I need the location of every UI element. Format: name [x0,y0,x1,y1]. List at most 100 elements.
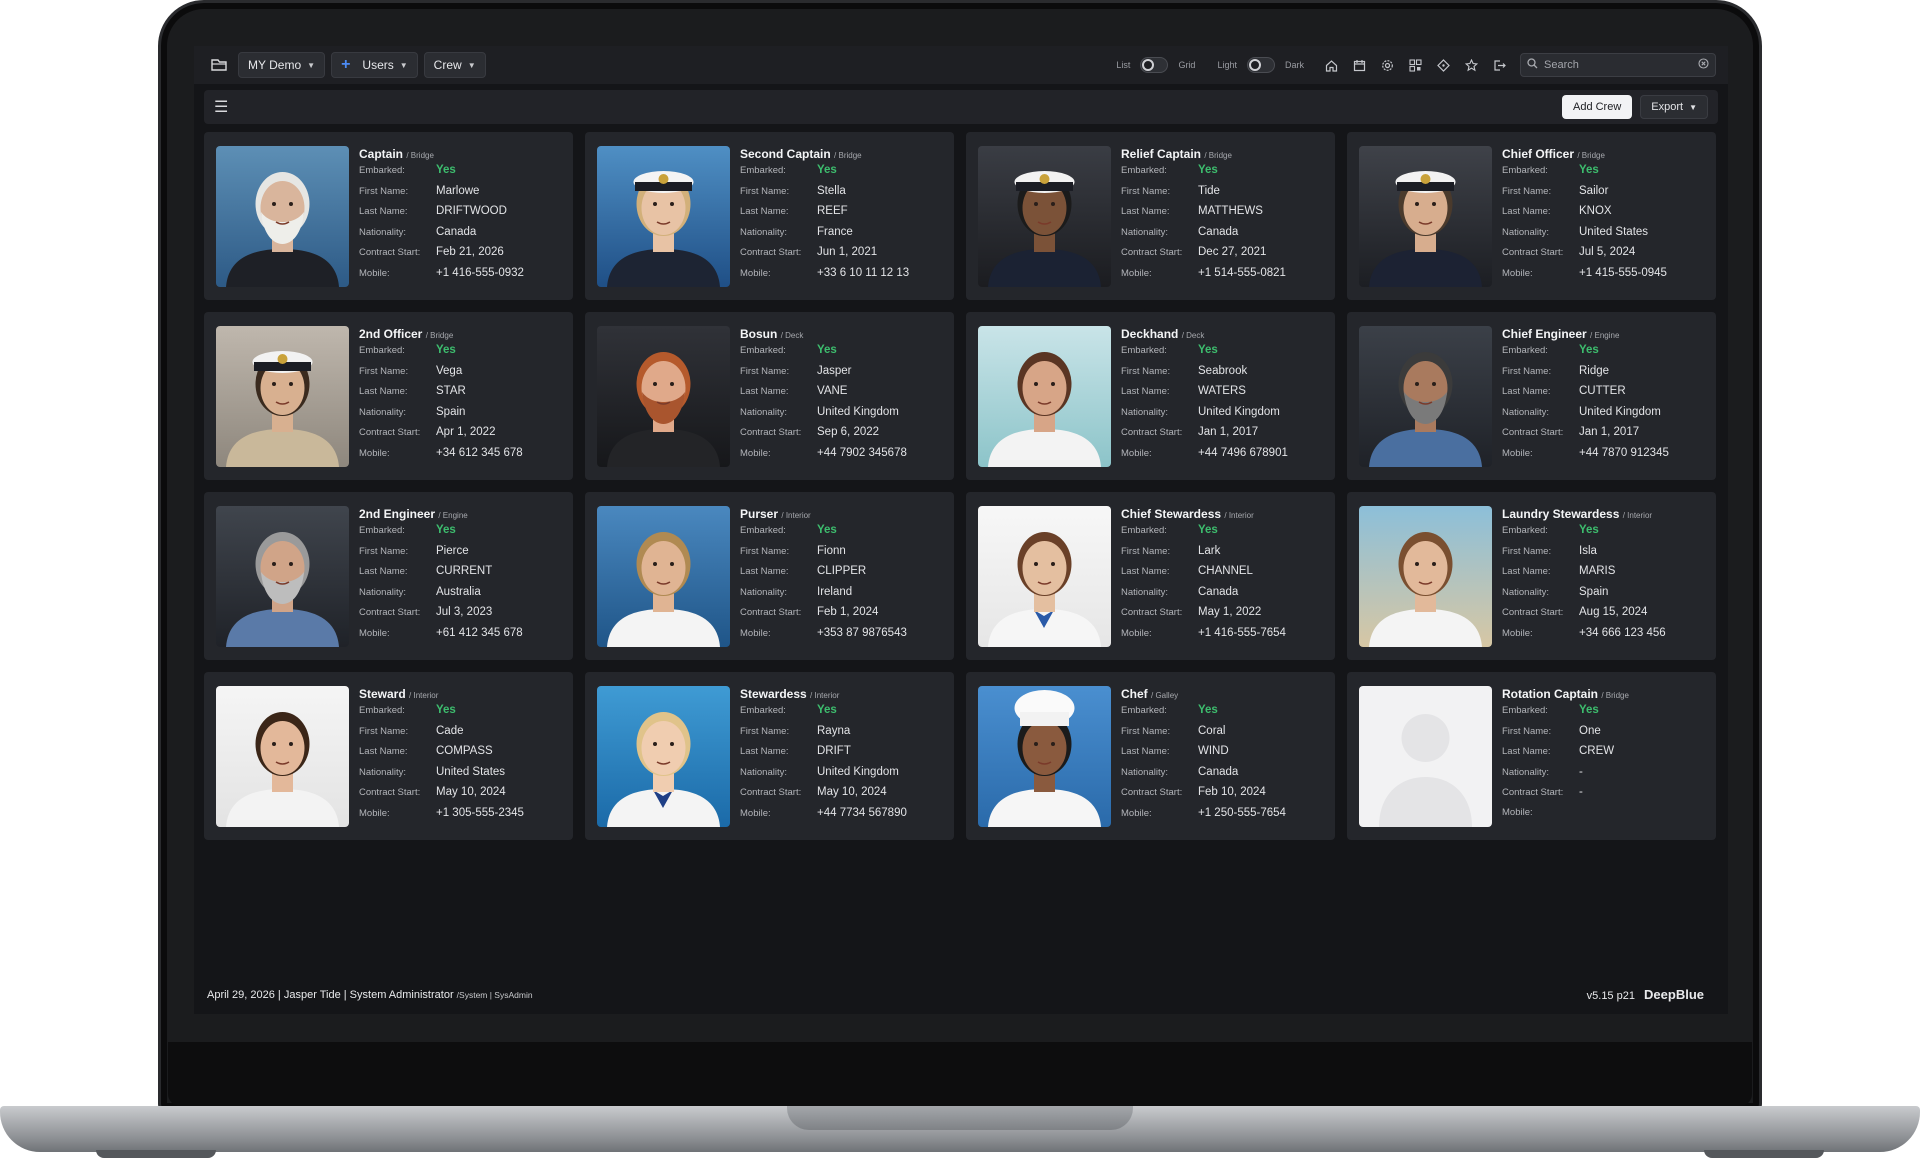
crew-photo[interactable] [978,686,1111,827]
crew-photo[interactable] [1359,686,1492,827]
mobile-value: +353 87 9876543 [817,626,907,639]
crew-card[interactable]: Bosun / Deck Embarked: Yes First Name: Jas… [585,312,954,480]
mobile-label: Mobile: [740,807,771,819]
crew-photo[interactable] [216,506,349,647]
users-dropdown[interactable]: + Users ▼ [331,52,418,78]
nationality-label: Nationality: [1502,226,1549,238]
crew-role: Captain [359,147,404,161]
crew-card[interactable]: 2nd Officer / Bridge Embarked: Yes First … [204,312,573,480]
crew-info: Chief Stewardess / Interior Embarked: Yes… [1121,506,1323,646]
tag-icon[interactable] [1432,54,1454,76]
star-icon[interactable] [1460,54,1482,76]
crew-card[interactable]: Rotation Captain / Bridge Embarked: Yes F… [1347,672,1716,840]
search-input[interactable] [1544,59,1692,71]
last-name-row: Last Name: MATTHEWS [1121,205,1323,226]
embarked-row: Embarked: Yes [359,164,561,185]
add-crew-button[interactable]: Add Crew [1561,95,1633,119]
crew-photo[interactable] [1359,326,1492,467]
embarked-value: Yes [817,164,837,176]
crew-card[interactable]: Relief Captain / Bridge Embarked: Yes Fir… [966,132,1335,300]
embarked-value: Yes [1579,164,1599,176]
first-name-row: First Name: Pierce [359,545,561,566]
last-name-row: Last Name: REEF [740,205,942,226]
first-name-row: First Name: Vega [359,365,561,386]
last-name-label: Last Name: [1502,206,1551,218]
embarked-value: Yes [1198,524,1218,536]
mobile-label: Mobile: [1502,447,1533,459]
contract-start-value: Sep 6, 2022 [817,426,880,439]
mobile-label: Mobile: [1121,447,1152,459]
crew-card[interactable]: Steward / Interior Embarked: Yes First Na… [204,672,573,840]
mobile-row: Mobile: +44 7870 912345 [1502,447,1704,468]
qr-code-icon[interactable] [1404,54,1426,76]
crew-card[interactable]: Chef / Galley Embarked: Yes First Name: Co… [966,672,1335,840]
last-name-label: Last Name: [740,746,789,758]
contract-start-value: Jul 5, 2024 [1579,246,1636,259]
crew-photo[interactable] [597,506,730,647]
mobile-row: Mobile: +34 666 123 456 [1502,627,1704,648]
crew-card[interactable]: Purser / Interior Embarked: Yes First Nam… [585,492,954,660]
last-name-label: Last Name: [1502,566,1551,578]
last-name-value: COMPASS [436,745,493,758]
first-name-value: Fionn [817,544,846,557]
crew-photo[interactable] [1359,146,1492,287]
crew-photo[interactable] [216,686,349,827]
app-menu-icon[interactable] [206,52,232,78]
crew-card[interactable]: 2nd Engineer / Engine Embarked: Yes First… [204,492,573,660]
crew-card[interactable]: Deckhand / Deck Embarked: Yes First Name:… [966,312,1335,480]
mobile-label: Mobile: [1121,627,1152,639]
mobile-value: +1 416-555-7654 [1198,626,1286,639]
crew-photo[interactable] [1359,506,1492,647]
crew-role-line: 2nd Engineer / Engine [359,507,561,521]
mobile-value: +1 416-555-0932 [436,266,524,279]
last-name-row: Last Name: WIND [1121,745,1323,766]
clear-icon[interactable] [1698,58,1709,72]
calendar-icon[interactable] [1348,54,1370,76]
mobile-row: Mobile: +44 7496 678901 [1121,447,1323,468]
embarked-label: Embarked: [740,345,786,356]
crew-card[interactable]: Captain / Bridge Embarked: Yes First Name… [204,132,573,300]
crew-card[interactable]: Chief Officer / Bridge Embarked: Yes Firs… [1347,132,1716,300]
first-name-value: Cade [436,724,464,737]
contract-start-value: Jun 1, 2021 [817,246,878,259]
crew-card[interactable]: Chief Engineer / Engine Embarked: Yes Fir… [1347,312,1716,480]
crew-role: Chef [1121,687,1148,701]
nationality-label: Nationality: [359,586,406,598]
contract-start-label: Contract Start: [359,787,421,799]
crew-photo[interactable] [978,326,1111,467]
crew-card[interactable]: Stewardess / Interior Embarked: Yes First… [585,672,954,840]
crew-dropdown[interactable]: Crew ▼ [423,52,486,78]
crew-photo[interactable] [216,326,349,467]
embarked-value: Yes [1579,344,1599,356]
embarked-label: Embarked: [359,345,405,356]
project-dropdown[interactable]: MY Demo ▼ [238,52,326,78]
embarked-value: Yes [1198,164,1218,176]
hamburger-menu-icon[interactable]: ☰ [214,97,228,117]
home-icon[interactable] [1320,54,1342,76]
contract-start-label: Contract Start: [359,607,421,619]
theme-toggle[interactable] [1246,57,1275,73]
nationality-row: Nationality: France [740,226,942,247]
export-button[interactable]: Export ▼ [1640,95,1708,119]
first-name-label: First Name: [740,545,790,557]
crew-department: / Interior [409,691,439,700]
crew-photo[interactable] [216,146,349,287]
last-name-value: MARIS [1579,565,1616,578]
list-grid-toggle[interactable] [1140,57,1169,73]
crew-card[interactable]: Second Captain / Bridge Embarked: Yes Fir… [585,132,954,300]
chevron-down-icon: ▼ [399,60,408,70]
crew-photo[interactable] [597,686,730,827]
crew-photo[interactable] [597,146,730,287]
crew-card[interactable]: Laundry Stewardess / Interior Embarked: Y… [1347,492,1716,660]
crew-photo[interactable] [978,506,1111,647]
gear-icon[interactable] [1376,54,1398,76]
mobile-label: Mobile: [740,447,771,459]
crew-photo[interactable] [978,146,1111,287]
crew-role: Second Captain [740,147,831,161]
chevron-down-icon: ▼ [307,60,316,70]
crew-card[interactable]: Chief Stewardess / Interior Embarked: Yes… [966,492,1335,660]
logout-icon[interactable] [1488,54,1510,76]
contract-start-row: Contract Start: Dec 27, 2021 [1121,246,1323,267]
crew-photo[interactable] [597,326,730,467]
contract-start-value: Aug 15, 2024 [1579,606,1648,619]
